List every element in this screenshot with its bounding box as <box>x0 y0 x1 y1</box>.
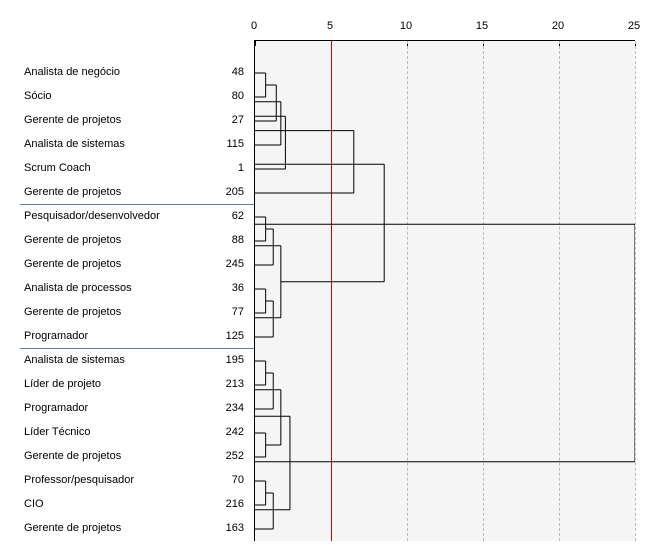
leaf-label: Gerente de projetos <box>20 180 200 204</box>
leaf-ids: 48 80 27 115 1 205 62 88 245 36 77 125 1… <box>200 60 250 540</box>
leaf-id: 88 <box>200 228 250 252</box>
leaf-id: 70 <box>200 468 250 492</box>
leaf-id: 234 <box>200 396 250 420</box>
leaf-id: 216 <box>200 492 250 516</box>
leaf-id: 62 <box>200 204 250 228</box>
leaf-id: 80 <box>200 84 250 108</box>
leaf-label: Gerente de projetos <box>20 300 200 324</box>
leaf-label: Programador <box>20 324 200 348</box>
leaf-id: 195 <box>200 348 250 372</box>
leaf-id: 252 <box>200 444 250 468</box>
plot-area <box>254 40 635 541</box>
leaf-label: Gerente de projetos <box>20 228 200 252</box>
leaf-label: Scrum Coach <box>20 156 200 180</box>
leaf-label: Pesquisador/desenvolvedor <box>20 204 200 228</box>
leaf-label: Sócio <box>20 84 200 108</box>
leaf-id: 27 <box>200 108 250 132</box>
grid-line <box>635 41 636 541</box>
leaf-label: Professor/pesquisador <box>20 468 200 492</box>
group-divider <box>20 204 254 205</box>
x-tick-label: 25 <box>628 20 640 32</box>
leaf-label: Gerente de projetos <box>20 252 200 276</box>
leaf-id: 77 <box>200 300 250 324</box>
leaf-id: 1 <box>200 156 250 180</box>
x-tick-label: 10 <box>400 20 412 32</box>
leaf-label: Gerente de projetos <box>20 444 200 468</box>
leaf-label: Gerente de projetos <box>20 516 200 540</box>
leaf-id: 115 <box>200 132 250 156</box>
leaf-id: 163 <box>200 516 250 540</box>
x-tick-label: 15 <box>476 20 488 32</box>
x-tick-label: 0 <box>251 20 257 32</box>
leaf-id: 48 <box>200 60 250 84</box>
leaf-label: Líder Técnico <box>20 420 200 444</box>
leaf-labels: Analista de negócio Sócio Gerente de pro… <box>20 60 200 540</box>
leaf-id: 36 <box>200 276 250 300</box>
leaf-label: Líder de projeto <box>20 372 200 396</box>
x-tick-label: 5 <box>327 20 333 32</box>
leaf-id: 213 <box>200 372 250 396</box>
leaf-id: 125 <box>200 324 250 348</box>
group-divider <box>20 348 254 349</box>
leaf-label: Gerente de projetos <box>20 108 200 132</box>
leaf-id: 205 <box>200 180 250 204</box>
dendrogram-chart: 0 5 10 15 20 25 Analista de negócio Sóci… <box>20 20 640 540</box>
leaf-label: Programador <box>20 396 200 420</box>
leaf-label: Analista de sistemas <box>20 132 200 156</box>
leaf-id: 242 <box>200 420 250 444</box>
leaf-label: Analista de sistemas <box>20 348 200 372</box>
leaf-label: Analista de negócio <box>20 60 200 84</box>
x-axis: 0 5 10 15 20 25 <box>254 20 634 40</box>
dendrogram-lines <box>255 41 635 541</box>
leaf-label: Analista de processos <box>20 276 200 300</box>
leaf-id: 245 <box>200 252 250 276</box>
x-tick-label: 20 <box>552 20 564 32</box>
leaf-label: CIO <box>20 492 200 516</box>
